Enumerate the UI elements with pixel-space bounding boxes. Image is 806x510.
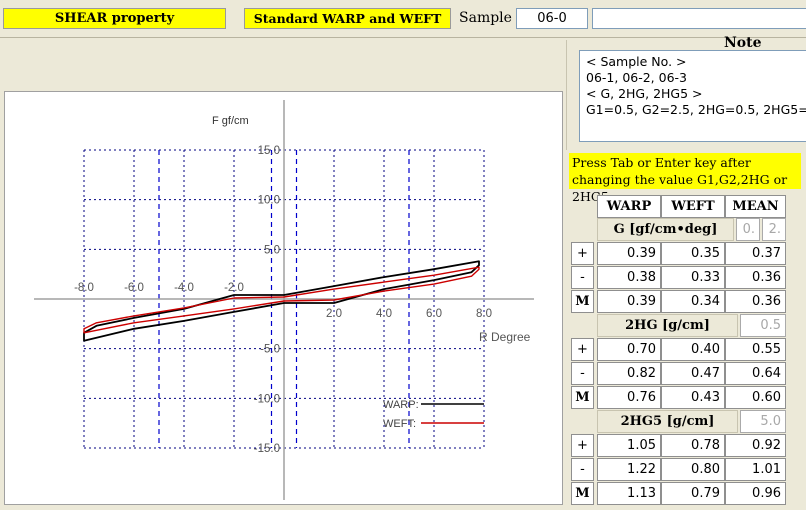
value-cell-warp[interactable]: 0.39 bbox=[597, 290, 661, 313]
tab-standard-warp-weft[interactable]: Standard WARP and WEFT bbox=[244, 8, 451, 29]
row-label: M bbox=[571, 290, 594, 313]
value-cell-weft[interactable]: 0.34 bbox=[661, 290, 725, 313]
param-input-1[interactable]: 0.5 bbox=[740, 314, 786, 337]
x-tick-label: -4.0 bbox=[174, 282, 194, 294]
value-cell-weft[interactable]: 0.47 bbox=[661, 362, 725, 385]
value-cell-warp[interactable]: 1.05 bbox=[597, 434, 661, 457]
value-cell-weft[interactable]: 0.78 bbox=[661, 434, 725, 457]
sample-label: Sample bbox=[459, 10, 512, 26]
value-cell-warp[interactable]: 0.39 bbox=[597, 242, 661, 265]
param-input-g2[interactable]: 2. bbox=[762, 218, 786, 241]
value-cell-mean[interactable]: 0.64 bbox=[725, 362, 786, 385]
param-input-g1[interactable]: 0. bbox=[736, 218, 760, 241]
row-label: - bbox=[571, 458, 594, 481]
value-cell-weft[interactable]: 0.33 bbox=[661, 266, 725, 289]
value-cell-warp[interactable]: 0.70 bbox=[597, 338, 661, 361]
sample-extra-field[interactable] bbox=[592, 8, 806, 29]
value-cell-mean[interactable]: 0.92 bbox=[725, 434, 786, 457]
y-tick-label: 15.0 bbox=[258, 145, 280, 157]
value-cell-mean[interactable]: 0.96 bbox=[725, 482, 786, 505]
row-label: M bbox=[571, 386, 594, 409]
row-label: - bbox=[571, 362, 594, 385]
param-input-2[interactable]: 5.0 bbox=[740, 410, 786, 433]
value-cell-mean[interactable]: 1.01 bbox=[725, 458, 786, 481]
y-tick-label: -10.0 bbox=[254, 393, 280, 405]
section-title-0: G [gf/cm•deg] bbox=[597, 218, 734, 241]
value-cell-warp[interactable]: 1.22 bbox=[597, 458, 661, 481]
value-cell-weft[interactable]: 0.79 bbox=[661, 482, 725, 505]
row-label: + bbox=[571, 434, 594, 457]
section-title-1: 2HG [g/cm] bbox=[597, 314, 738, 337]
legend-label-warp: WARP: bbox=[383, 399, 419, 411]
top-separator bbox=[0, 37, 806, 38]
row-label: + bbox=[571, 338, 594, 361]
value-cell-warp[interactable]: 0.82 bbox=[597, 362, 661, 385]
value-cell-warp[interactable]: 1.13 bbox=[597, 482, 661, 505]
shear-chart: F gf/cm R Degree -8.0 -6.0 -4.0 -2.0 2.0 4.0 6.0… bbox=[4, 91, 563, 505]
value-cell-mean[interactable]: 0.36 bbox=[725, 290, 786, 313]
y-tick-label: -5.0 bbox=[260, 344, 280, 356]
y-axis-label: F gf/cm bbox=[212, 115, 249, 127]
x-tick-label: 2.0 bbox=[326, 308, 342, 320]
row-label: + bbox=[571, 242, 594, 265]
legend-label-weft: WEFT: bbox=[383, 418, 416, 430]
note-divider bbox=[566, 40, 567, 150]
section-title-2: 2HG5 [g/cm] bbox=[597, 410, 738, 433]
x-tick-label: -2.0 bbox=[224, 282, 244, 294]
column-header-mean: MEAN bbox=[725, 195, 786, 218]
series-line-weft bbox=[83, 266, 480, 334]
x-tick-label: 4.0 bbox=[376, 308, 392, 320]
hint-text: Press Tab or Enter key after changing th… bbox=[569, 153, 801, 204]
value-cell-mean[interactable]: 0.60 bbox=[725, 386, 786, 409]
value-cell-warp[interactable]: 0.76 bbox=[597, 386, 661, 409]
chart-svg: F gf/cm R Degree -8.0 -6.0 -4.0 -2.0 2.0 4.0 6.0… bbox=[34, 100, 534, 500]
value-cell-mean[interactable]: 0.37 bbox=[725, 242, 786, 265]
value-cell-weft[interactable]: 0.80 bbox=[661, 458, 725, 481]
row-label: - bbox=[571, 266, 594, 289]
column-header-weft: WEFT bbox=[661, 195, 725, 218]
value-cell-mean[interactable]: 0.55 bbox=[725, 338, 786, 361]
value-cell-mean[interactable]: 0.36 bbox=[725, 266, 786, 289]
y-tick-label: 5.0 bbox=[264, 244, 280, 256]
x-tick-label: 6.0 bbox=[426, 308, 442, 320]
tab-shear-property[interactable]: SHEAR property bbox=[3, 8, 226, 29]
x-tick-label: 8.0 bbox=[476, 308, 492, 320]
note-title: Note bbox=[724, 35, 762, 51]
x-tick-label: -8.0 bbox=[74, 282, 94, 294]
row-label: M bbox=[571, 482, 594, 505]
sample-input[interactable]: 06-0 bbox=[516, 8, 588, 29]
x-tick-label: -6.0 bbox=[124, 282, 144, 294]
x-axis-label: R Degree bbox=[479, 330, 531, 344]
value-cell-weft[interactable]: 0.43 bbox=[661, 386, 725, 409]
column-header-warp: WARP bbox=[597, 195, 661, 218]
value-cell-warp[interactable]: 0.38 bbox=[597, 266, 661, 289]
y-tick-label: -15.0 bbox=[254, 443, 280, 455]
value-cell-weft[interactable]: 0.40 bbox=[661, 338, 725, 361]
note-textarea[interactable]: < Sample No. > 06-1, 06-2, 06-3 < G, 2HG… bbox=[579, 50, 806, 142]
value-cell-weft[interactable]: 0.35 bbox=[661, 242, 725, 265]
y-tick-label: 10.0 bbox=[258, 195, 280, 207]
